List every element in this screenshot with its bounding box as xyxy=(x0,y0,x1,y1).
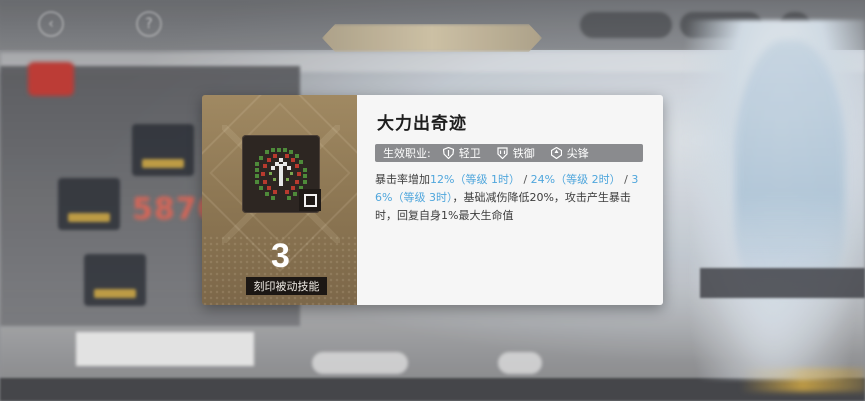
desc-tier-1: 12%（等级 1时） xyxy=(430,173,520,186)
skill-info-panel: 大力出奇迹 生效职业: 轻卫 铁御 尖锋 暴击率增加12%（等级 1时） / 2… xyxy=(357,95,663,305)
skill-type-label: 刻印被动技能 xyxy=(246,277,327,295)
skill-tooltip-card: 3 刻印被动技能 大力出奇迹 生效职业: 轻卫 铁御 尖锋 暴击率增加12%（等… xyxy=(202,95,663,305)
skill-name: 大力出奇迹 xyxy=(377,114,467,134)
class-item-light-guard: 轻卫 xyxy=(443,145,481,161)
skill-icon-panel: 3 刻印被动技能 xyxy=(202,95,357,305)
skill-description: 暴击率增加12%（等级 1时） / 24%（等级 2时） / 36%（等级 3时… xyxy=(375,171,645,225)
effective-classes-label: 生效职业: xyxy=(383,147,431,160)
spear-icon xyxy=(551,147,563,159)
skill-icon-frame xyxy=(242,135,321,213)
class-item-spear: 尖锋 xyxy=(551,145,589,161)
desc-prefix: 暴击率增加 xyxy=(375,173,430,186)
class-name: 轻卫 xyxy=(458,147,481,160)
class-item-iron-guard: 铁御 xyxy=(497,145,535,161)
square-badge-icon xyxy=(299,189,321,211)
skill-level: 3 xyxy=(271,237,290,275)
class-name: 尖锋 xyxy=(566,147,589,160)
desc-separator: / xyxy=(519,173,531,186)
light-guard-icon xyxy=(443,147,455,159)
desc-tier-2: 24%（等级 2时） xyxy=(530,173,621,186)
desc-separator: / xyxy=(620,173,632,186)
class-name: 铁御 xyxy=(512,147,535,160)
iron-guard-icon xyxy=(497,147,509,159)
effective-classes-bar: 生效职业: 轻卫 铁御 尖锋 xyxy=(375,144,643,162)
